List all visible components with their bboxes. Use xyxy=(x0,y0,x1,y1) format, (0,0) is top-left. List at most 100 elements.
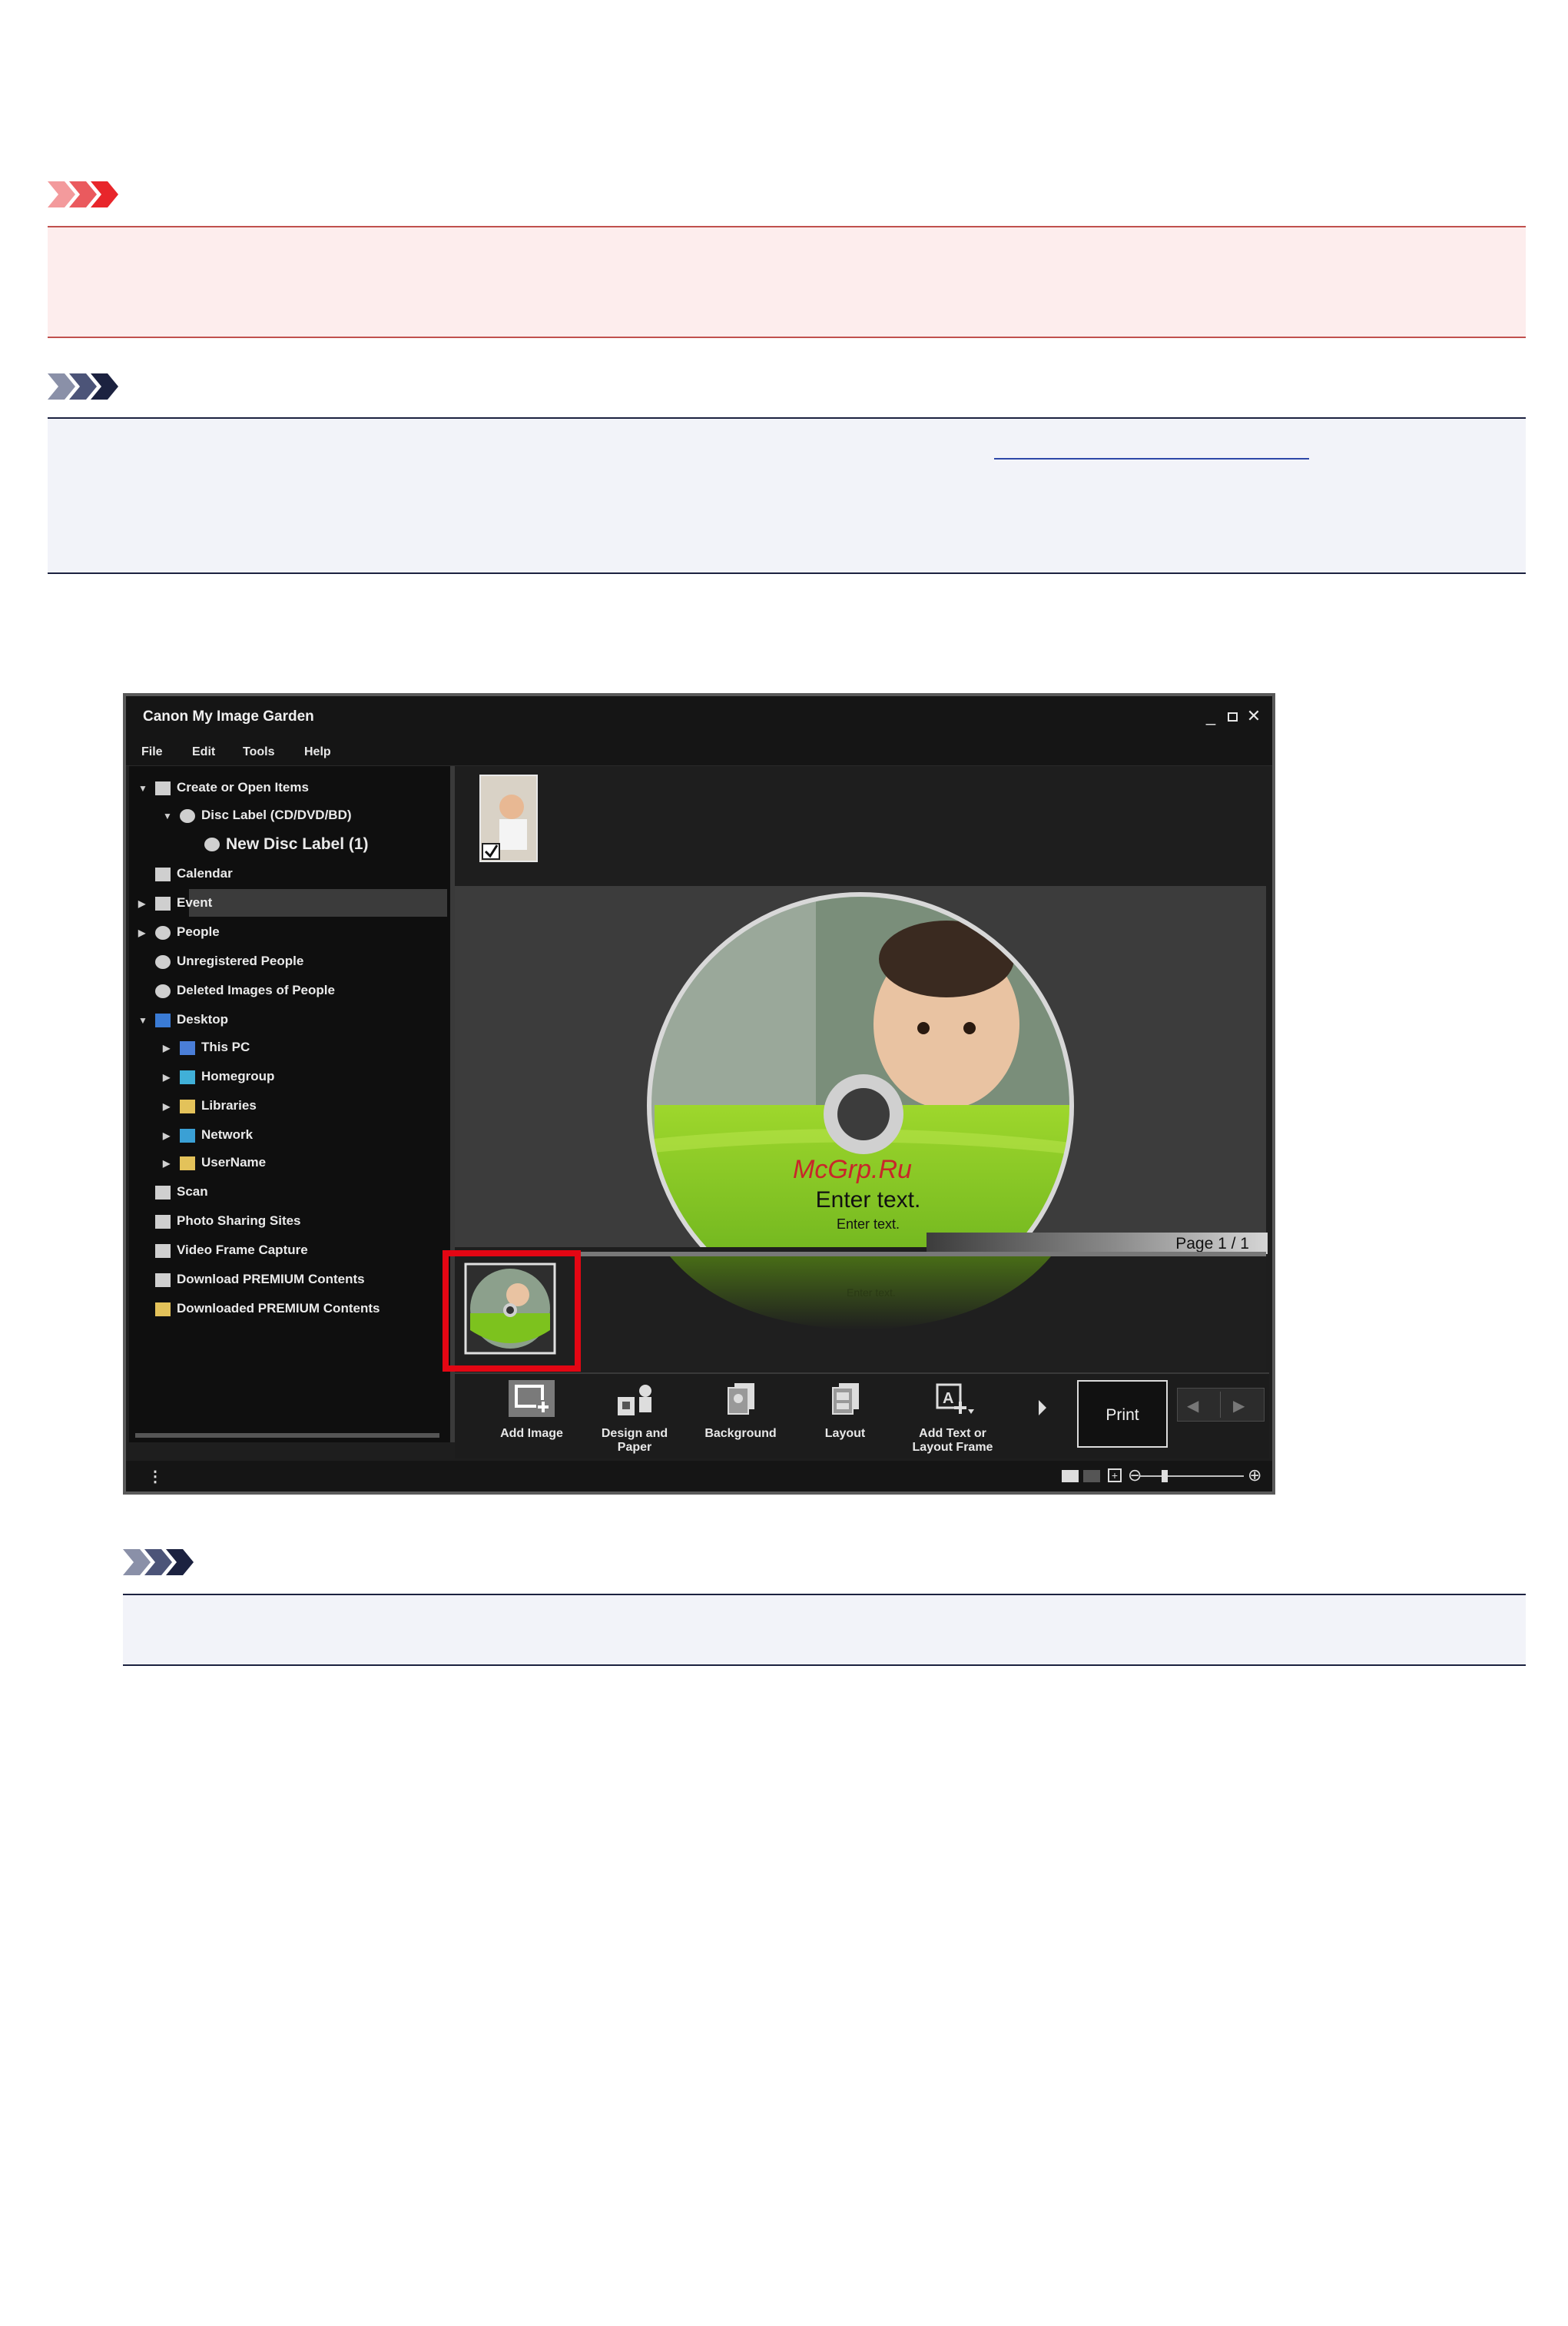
tree-item-username[interactable]: ▶ UserName xyxy=(163,1150,266,1175)
tree-item-downloaded-premium-contents[interactable]: Downloaded PREMIUM Contents xyxy=(138,1296,380,1321)
edit-canvas[interactable]: McGrp.Ru Enter text. Enter text. Page 1 … xyxy=(455,886,1268,1319)
calendar-icon xyxy=(155,867,171,881)
baby-thumbnail-image xyxy=(481,776,536,861)
more-options-icon[interactable]: ⋮ xyxy=(148,1467,163,1486)
tree-item-create-or-open-items[interactable]: ▼ Create or Open Items xyxy=(138,775,309,800)
next-page-icon[interactable]: ▶ xyxy=(1233,1396,1245,1415)
background-button[interactable]: Background xyxy=(694,1380,787,1454)
tree-item-label: Deleted Images of People xyxy=(177,983,335,997)
tree-item-label: Homegroup xyxy=(201,1069,275,1083)
tree-item-label: Photo Sharing Sites xyxy=(177,1213,301,1228)
tree-item-unregistered-people[interactable]: Unregistered People xyxy=(138,949,303,974)
menu-help[interactable]: Help xyxy=(304,745,331,759)
note-chevron-icon xyxy=(48,373,118,400)
zoom-slider-thumb[interactable] xyxy=(1162,1470,1168,1482)
tree-item-download-premium-contents[interactable]: Download PREMIUM Contents xyxy=(138,1267,365,1292)
disc-text-small: Enter text. xyxy=(837,1216,900,1232)
page-navigation: ◀ ▶ xyxy=(1177,1388,1265,1422)
tree-item-video-frame-capture[interactable]: Video Frame Capture xyxy=(138,1238,308,1263)
background-label: Background xyxy=(704,1427,777,1440)
person-icon xyxy=(155,954,171,969)
add-text-or-layout-frame-button[interactable]: A Add Text or Layout Frame xyxy=(907,1380,999,1454)
expand-down-icon[interactable]: ▼ xyxy=(138,1008,155,1033)
tree-item-label: Disc Label (CD/DVD/BD) xyxy=(201,808,352,822)
tree-item-event[interactable]: ▶ Event xyxy=(138,891,212,915)
tree-item-network[interactable]: ▶ Network xyxy=(163,1123,253,1147)
navigation-tree: ▼ Create or Open Items ▼ Disc Label (CD/DVD… xyxy=(129,766,455,1442)
tree-item-desktop[interactable]: ▼ Desktop xyxy=(138,1007,228,1032)
tree-item-new-disc-label-1[interactable]: New Disc Label (1) xyxy=(187,832,369,857)
maximize-icon[interactable] xyxy=(1223,705,1241,727)
disc-label-preview: McGrp.Ru Enter text. Enter text. xyxy=(647,892,1074,1319)
tree-item-disc-label-cd-dvd-bd[interactable]: ▼ Disc Label (CD/DVD/BD) xyxy=(163,803,352,828)
view-mode-icon[interactable] xyxy=(1062,1470,1079,1482)
tree-item-people[interactable]: ▶ People xyxy=(138,920,220,944)
menu-edit[interactable]: Edit xyxy=(192,745,215,759)
zoom-in-icon[interactable]: ⊕ xyxy=(1248,1465,1261,1485)
sidebar-scrollbar[interactable] xyxy=(135,1433,439,1438)
disc-icon xyxy=(180,808,195,823)
tree-item-label: Download PREMIUM Contents xyxy=(177,1272,365,1286)
tree-item-photo-sharing-sites[interactable]: Photo Sharing Sites xyxy=(138,1209,301,1233)
previous-page-icon[interactable]: ◀ xyxy=(1187,1396,1198,1415)
expand-right-icon[interactable]: ▶ xyxy=(163,1123,180,1148)
item-thumbnail-panel xyxy=(455,766,1269,886)
print-button[interactable]: Print xyxy=(1077,1380,1168,1448)
tree-item-label: Scan xyxy=(177,1184,208,1199)
more-tools-arrow-icon[interactable] xyxy=(1039,1400,1046,1415)
expand-right-icon[interactable]: ▶ xyxy=(163,1065,180,1090)
tree-item-scan[interactable]: Scan xyxy=(138,1180,208,1204)
page-indicator: Page 1 / 1 xyxy=(927,1233,1268,1254)
note-link-underline[interactable] xyxy=(994,458,1309,460)
tree-item-label: People xyxy=(177,924,220,939)
tree-item-homegroup[interactable]: ▶ Homegroup xyxy=(163,1064,274,1089)
expand-right-icon[interactable]: ▶ xyxy=(138,891,155,916)
add-image-button[interactable]: Add Image xyxy=(486,1380,578,1454)
tree-item-label: Event xyxy=(177,895,213,910)
tree-item-calendar[interactable]: Calendar xyxy=(138,861,233,886)
expand-right-icon[interactable]: ▶ xyxy=(163,1151,180,1176)
expand-right-icon[interactable]: ▶ xyxy=(163,1036,180,1060)
item-thumbnail[interactable] xyxy=(479,775,538,862)
expand-down-icon[interactable]: ▼ xyxy=(138,776,155,801)
layout-label: Layout xyxy=(824,1427,866,1440)
close-icon[interactable]: ✕ xyxy=(1245,705,1263,727)
add-image-icon xyxy=(509,1380,555,1417)
add-text-label-2: Layout Frame xyxy=(912,1441,993,1454)
layout-button[interactable]: Layout xyxy=(799,1380,891,1454)
network-icon xyxy=(180,1128,195,1143)
status-bar: ⋮ + ⊖ ⊕ xyxy=(126,1461,1272,1491)
disc-icon xyxy=(204,838,220,852)
menu-tools[interactable]: Tools xyxy=(243,745,274,759)
fit-page-icon[interactable]: + xyxy=(1108,1468,1122,1482)
disc-text-large: Enter text. xyxy=(816,1187,921,1213)
minimize-icon[interactable]: _ xyxy=(1202,705,1220,727)
menu-bar: File Edit Tools Help xyxy=(126,739,1272,766)
bottom-toolbar: Add Image Design and Paper Background La… xyxy=(455,1372,1269,1458)
note-chevron-icon-2 xyxy=(123,1549,194,1575)
expand-right-icon[interactable]: ▶ xyxy=(163,1094,180,1119)
note-box-2 xyxy=(123,1594,1526,1666)
page-number-text: Page 1 / 1 xyxy=(1175,1235,1249,1253)
event-icon xyxy=(155,896,171,911)
expand-down-icon[interactable]: ▼ xyxy=(163,804,180,828)
view-mode-alt-icon[interactable] xyxy=(1083,1470,1100,1482)
zoom-slider[interactable] xyxy=(1140,1475,1244,1477)
menu-file[interactable]: File xyxy=(141,745,163,759)
tree-item-libraries[interactable]: ▶ Libraries xyxy=(163,1093,257,1118)
expand-right-icon[interactable]: ▶ xyxy=(138,921,155,945)
important-chevron-icon xyxy=(48,181,118,207)
design-paper-label-1: Design and xyxy=(601,1427,668,1440)
tree-selection-highlight xyxy=(189,889,447,917)
tree-item-label: Downloaded PREMIUM Contents xyxy=(177,1301,380,1316)
design-and-paper-button[interactable]: Design and Paper xyxy=(588,1380,681,1454)
photo-sharing-icon xyxy=(155,1214,171,1229)
tree-item-label: Video Frame Capture xyxy=(177,1243,308,1257)
note-box xyxy=(48,417,1526,574)
layout-icon xyxy=(832,1383,859,1415)
homegroup-icon xyxy=(180,1070,195,1084)
tree-item-label: Desktop xyxy=(177,1012,229,1027)
tree-item-deleted-images-of-people[interactable]: Deleted Images of People xyxy=(138,978,335,1003)
tree-item-this-pc[interactable]: ▶ This PC xyxy=(163,1035,250,1060)
folder-icon xyxy=(180,1099,195,1113)
